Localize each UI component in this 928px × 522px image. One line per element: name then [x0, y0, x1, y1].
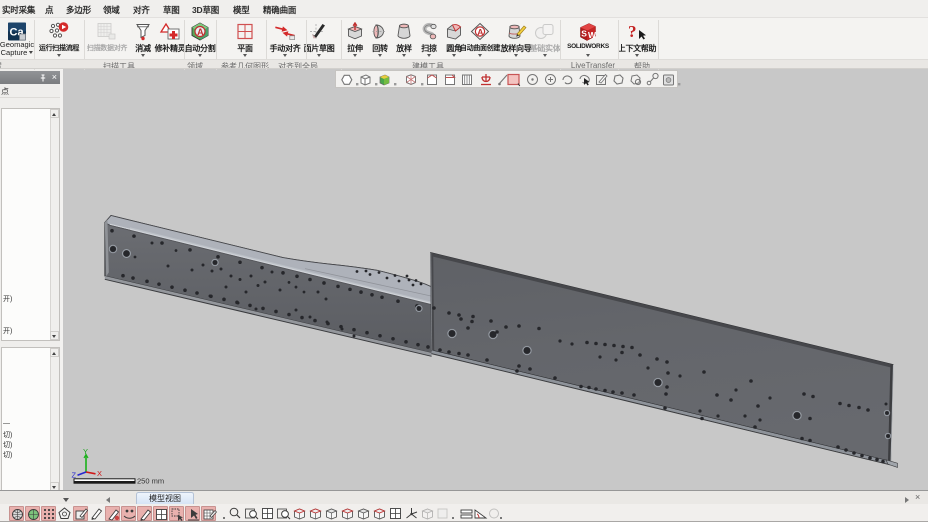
svg-text:Z: Z [72, 471, 77, 480]
svg-text:W: W [588, 30, 597, 40]
svg-text:250 mm: 250 mm [137, 477, 164, 486]
svg-text:A: A [477, 27, 483, 37]
svg-text:?: ? [628, 22, 637, 41]
svg-text:A: A [197, 27, 204, 37]
svg-text:S: S [581, 29, 587, 39]
svg-text:Y: Y [83, 447, 88, 456]
svg-text:X: X [97, 469, 102, 478]
